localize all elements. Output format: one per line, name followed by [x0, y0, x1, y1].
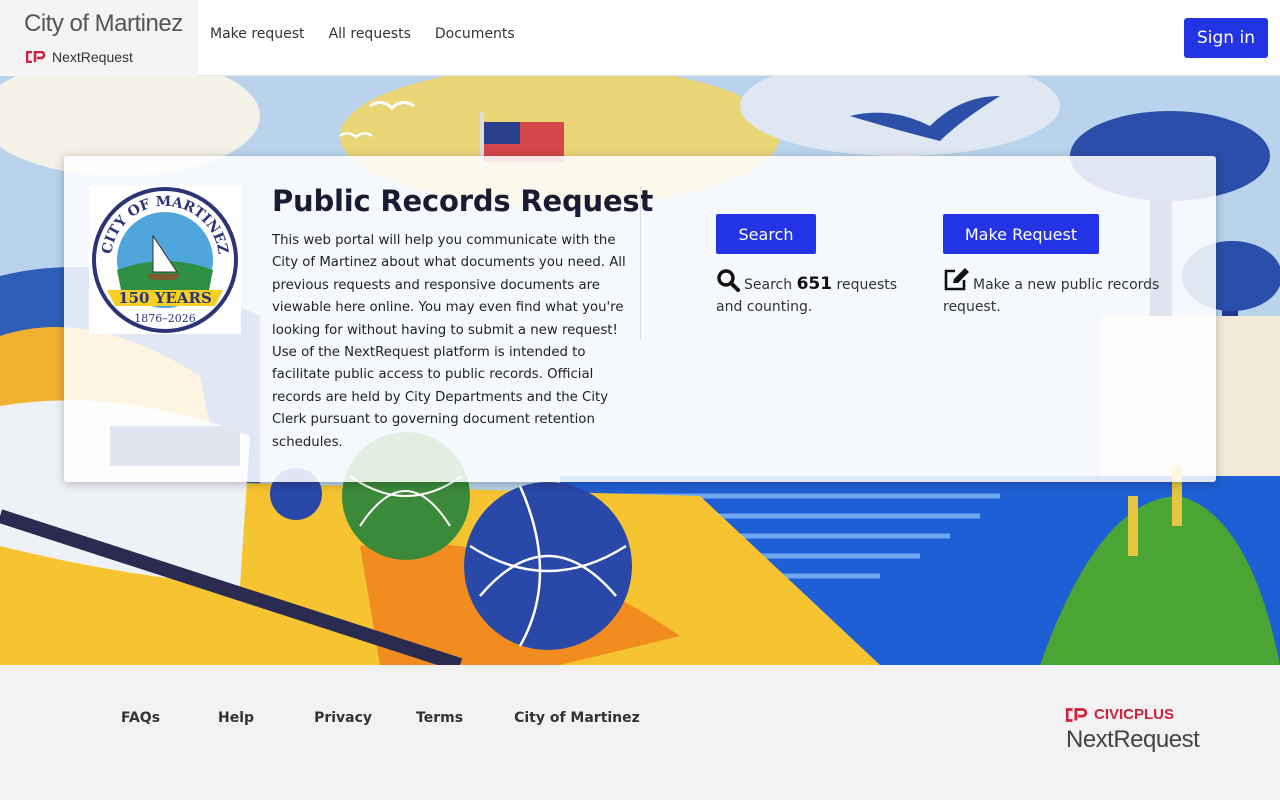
sign-in-button[interactable]: Sign in [1184, 18, 1268, 58]
request-count: 651 [796, 274, 833, 294]
make-request-summary: Make a new public records request. [943, 268, 1173, 318]
footer-link-city[interactable]: City of Martinez [514, 710, 640, 726]
seal-anniversary: 150 YEARS [118, 289, 212, 307]
seal-years: 1876–2026 [134, 312, 196, 325]
civicplus-brand[interactable]: CIVICPLUS NextRequest [1066, 706, 1200, 754]
civicplus-logo-icon [1066, 707, 1088, 722]
footer-link-terms[interactable]: Terms [416, 710, 463, 726]
make-request-text: Make a new public records request. [943, 277, 1160, 315]
search-prefix: Search [744, 277, 793, 293]
search-panel: Search Search 651 requests and counting. [716, 214, 906, 318]
nextrequest-wordmark: NextRequest [1066, 726, 1200, 753]
city-name: City of Martinez [24, 10, 183, 37]
site-footer: FAQs Help Privacy Terms City of Martinez… [0, 665, 1280, 800]
civicplus-wordmark: CIVICPLUS [1066, 706, 1199, 723]
main-nav: Make request All requests Documents [210, 26, 515, 42]
page-title: Public Records Request [272, 184, 654, 218]
make-request-panel: Make Request Make a new public records r… [943, 214, 1173, 318]
brand-block[interactable]: City of Martinez NextRequest [0, 0, 198, 76]
nextrequest-brand: NextRequest [26, 49, 133, 65]
portal-description: This web portal will help you communicat… [272, 233, 626, 450]
search-icon [717, 269, 740, 292]
search-button[interactable]: Search [716, 214, 816, 254]
nav-make-request[interactable]: Make request [210, 26, 305, 42]
edit-icon [944, 268, 969, 291]
city-seal: 150 YEARS 1876–2026 CITY OF MARTINEZ [89, 186, 241, 334]
nav-all-requests[interactable]: All requests [329, 26, 411, 42]
hero-banner: 150 YEARS 1876–2026 CITY OF MARTINEZ Pub… [0, 76, 1280, 665]
nav-documents[interactable]: Documents [435, 26, 515, 42]
civicplus-text: CIVICPLUS [1094, 706, 1175, 723]
search-summary: Search 651 requests and counting. [716, 268, 906, 318]
civicplus-logo-icon [26, 51, 46, 63]
footer-links: FAQs Help Privacy Terms City of Martinez [121, 710, 640, 726]
footer-link-faqs[interactable]: FAQs [121, 710, 160, 726]
footer-link-help[interactable]: Help [218, 710, 254, 726]
site-header: City of Martinez NextRequest Make reques… [0, 0, 1280, 76]
make-request-button[interactable]: Make Request [943, 214, 1099, 254]
product-name: NextRequest [52, 49, 133, 65]
footer-link-privacy[interactable]: Privacy [314, 710, 372, 726]
section-divider [640, 186, 641, 340]
city-seal-logo-icon: 150 YEARS 1876–2026 CITY OF MARTINEZ [92, 187, 238, 333]
intro-card: 150 YEARS 1876–2026 CITY OF MARTINEZ Pub… [64, 156, 1216, 482]
